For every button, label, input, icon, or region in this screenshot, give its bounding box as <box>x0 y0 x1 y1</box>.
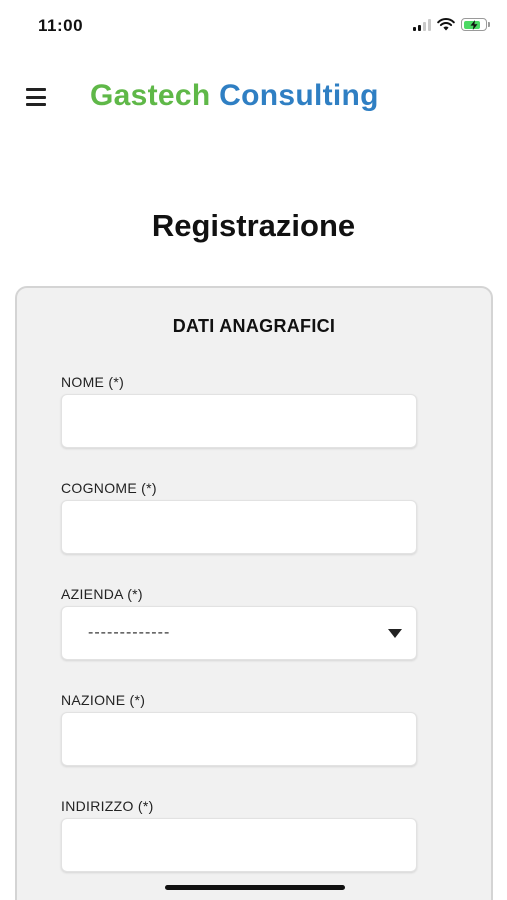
brand-name-part1: Gastech <box>90 79 211 112</box>
cognome-label: COGNOME (*) <box>61 480 157 496</box>
nome-input[interactable] <box>61 394 417 448</box>
nome-label: NOME (*) <box>61 374 125 390</box>
status-time: 11:00 <box>38 16 84 35</box>
brand-name-part2: Consulting <box>219 79 379 112</box>
dropdown-caret-icon <box>388 629 402 638</box>
hamburger-menu-icon[interactable] <box>26 88 48 106</box>
section-title: DATI ANAGRAFICI <box>172 316 336 336</box>
registration-form-card: DATI ANAGRAFICI NOME (*) COGNOME (*) AZI… <box>15 286 493 900</box>
azienda-select[interactable]: ------------- <box>61 606 417 660</box>
cognome-input[interactable] <box>61 500 417 554</box>
status-icons <box>413 18 490 31</box>
status-bar: 11:00 <box>0 0 507 52</box>
home-indicator[interactable] <box>165 885 345 890</box>
indirizzo-label: INDIRIZZO (*) <box>61 798 154 814</box>
page-title: Registrazione <box>151 208 356 243</box>
battery-charging-icon <box>461 18 490 31</box>
wifi-icon <box>437 18 455 31</box>
nazione-input[interactable] <box>61 712 417 766</box>
nazione-label: NAZIONE (*) <box>61 692 146 708</box>
brand-logo[interactable]: Gastech Consulting <box>90 79 379 113</box>
azienda-selected-value: ------------- <box>88 624 171 641</box>
indirizzo-input[interactable] <box>61 818 417 872</box>
app-header: Gastech Consulting <box>0 70 507 126</box>
signal-icon <box>413 18 431 31</box>
azienda-label: AZIENDA (*) <box>61 586 143 602</box>
